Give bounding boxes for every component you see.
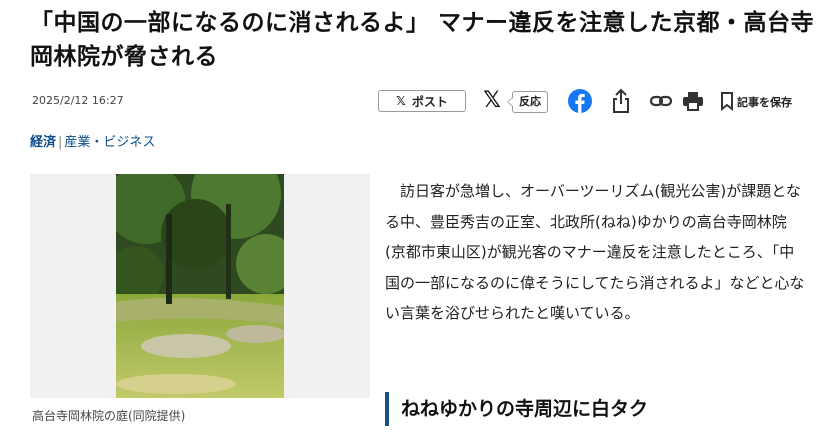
article-headline: 「中国の一部になるのに消されるよ」 マナー違反を注意した京都・高台寺岡林院が脅さ… — [30, 10, 815, 70]
photo-caption: 高台寺岡林院の庭(同院提供) — [32, 409, 186, 423]
share-icon[interactable] — [610, 88, 632, 118]
link-icon[interactable] — [649, 92, 673, 114]
x-post-button[interactable]: 𝕏 ポスト — [378, 90, 466, 112]
article-photo-frame — [30, 174, 370, 398]
bookmark-icon[interactable] — [720, 91, 734, 115]
article-body-paragraph: 訪日客が急増し、オーバーツーリズム(観光公害)が課題となる中、豊臣秀吉の正室、北… — [385, 182, 805, 322]
x-logo-icon: 𝕏 — [396, 94, 406, 108]
save-article-button[interactable]: 記事を保存 — [737, 94, 792, 110]
article-meta-bar: 2025/2/12 16:27 𝕏 ポスト 𝕏 反応 記事を保存 — [30, 88, 820, 116]
category-breadcrumb: 経済 | 産業・ビジネス — [30, 131, 155, 150]
category-sub-link[interactable]: 産業・ビジネス — [64, 135, 155, 150]
garden-photo[interactable] — [116, 174, 284, 398]
print-icon[interactable] — [682, 91, 704, 115]
category-main-link[interactable]: 経済 — [30, 135, 56, 150]
facebook-icon[interactable] — [568, 89, 592, 117]
publish-date: 2025/2/12 16:27 — [32, 94, 124, 107]
article-subheading: ねねゆかりの寺周辺に白タク — [385, 392, 805, 426]
x-logo-icon[interactable]: 𝕏 — [480, 88, 504, 114]
category-separator: | — [58, 135, 63, 150]
reaction-count-button[interactable]: 反応 — [507, 91, 548, 113]
x-post-label: ポスト — [411, 94, 448, 109]
